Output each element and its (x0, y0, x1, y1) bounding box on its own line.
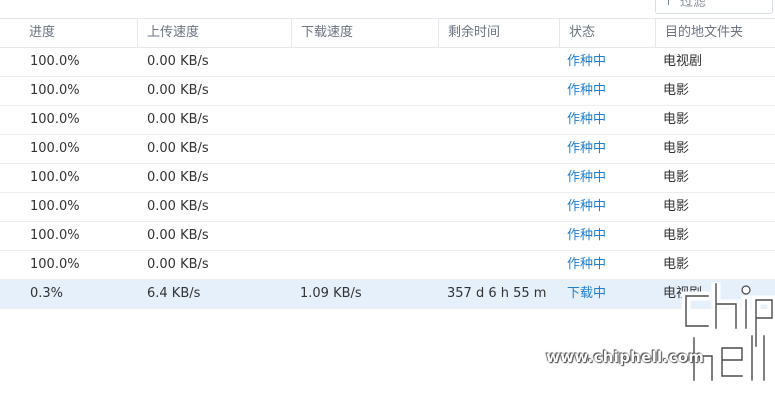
cell-download-speed: 1.09 KB/s (300, 286, 362, 301)
table-row[interactable]: 0.3% 6.4 KB/s 1.09 KB/s 357 d 6 h 55 m 下载中 电视… (0, 280, 775, 309)
cell-destination: 电视剧 (663, 286, 703, 301)
column-header-download-speed[interactable]: 下载速度 (291, 19, 438, 47)
cell-progress: 100.0% (30, 54, 80, 69)
cell-upload-speed: 0.00 KB/s (147, 54, 209, 69)
cell-remaining-time: 357 d 6 h 55 m (447, 286, 547, 301)
cell-destination: 电影 (663, 228, 690, 243)
cell-progress: 0.3% (30, 286, 64, 301)
table-row[interactable]: 100.0% 0.00 KB/s 作种中 电影 (0, 106, 775, 135)
cell-destination: 电影 (663, 170, 690, 185)
column-header-progress[interactable]: 进度 (20, 19, 137, 47)
cell-progress: 100.0% (30, 257, 80, 272)
cell-upload-speed: 0.00 KB/s (147, 112, 209, 127)
table-row[interactable]: 100.0% 0.00 KB/s 作种中 电影 (0, 77, 775, 106)
cell-upload-speed: 0.00 KB/s (147, 199, 209, 214)
table-row[interactable]: 100.0% 0.00 KB/s 作种中 电影 (0, 251, 775, 280)
cell-progress: 100.0% (30, 112, 80, 127)
cell-progress: 100.0% (30, 228, 80, 243)
watermark-url: www.chiphell.com (546, 348, 705, 366)
cell-upload-speed: 0.00 KB/s (147, 141, 209, 156)
cell-destination: 电视剧 (663, 54, 703, 69)
table-header: 进度 上传速度 下载速度 剩余时间 状态 目的地文件夹 (0, 18, 775, 48)
cell-status: 作种中 (567, 257, 607, 272)
cell-status: 作种中 (567, 83, 607, 98)
cell-upload-speed: 0.00 KB/s (147, 228, 209, 243)
cell-progress: 100.0% (30, 199, 80, 214)
column-header-destination[interactable]: 目的地文件夹 (655, 19, 775, 47)
cell-destination: 电影 (663, 257, 690, 272)
cell-upload-speed: 6.4 KB/s (147, 286, 201, 301)
cell-status: 作种中 (567, 112, 607, 127)
table-row[interactable]: 100.0% 0.00 KB/s 作种中 电影 (0, 164, 775, 193)
cell-upload-speed: 0.00 KB/s (147, 170, 209, 185)
cell-progress: 100.0% (30, 170, 80, 185)
cell-progress: 100.0% (30, 141, 80, 156)
download-manager-window: 过滤 进度 上传速度 下载速度 剩余时间 状态 目的地文件夹 100.0% 0.0… (0, 0, 775, 394)
cell-destination: 电影 (663, 199, 690, 214)
cell-status: 作种中 (567, 54, 607, 69)
toolbar: 过滤 (0, 0, 775, 18)
cell-progress: 100.0% (30, 83, 80, 98)
cell-upload-speed: 0.00 KB/s (147, 83, 209, 98)
table-row[interactable]: 100.0% 0.00 KB/s 作种中 电影 (0, 193, 775, 222)
table-row[interactable]: 100.0% 0.00 KB/s 作种中 电影 (0, 222, 775, 251)
column-header-status[interactable]: 状态 (559, 19, 655, 47)
table-row[interactable]: 100.0% 0.00 KB/s 作种中 电影 (0, 135, 775, 164)
cell-destination: 电影 (663, 141, 690, 156)
cell-destination: 电影 (663, 112, 690, 127)
cell-status: 作种中 (567, 170, 607, 185)
cell-status: 作种中 (567, 228, 607, 243)
cell-status: 下载中 (567, 286, 607, 301)
cell-status: 作种中 (567, 199, 607, 214)
column-header-remaining-time[interactable]: 剩余时间 (438, 19, 559, 47)
cell-upload-speed: 0.00 KB/s (147, 257, 209, 272)
filter-input[interactable]: 过滤 (655, 0, 773, 14)
filter-icon (668, 0, 669, 5)
cell-destination: 电影 (663, 83, 690, 98)
filter-placeholder: 过滤 (680, 0, 707, 10)
column-header-upload-speed[interactable]: 上传速度 (137, 19, 291, 47)
table-row[interactable]: 100.0% 0.00 KB/s 作种中 电视剧 (0, 48, 775, 77)
cell-status: 作种中 (567, 141, 607, 156)
